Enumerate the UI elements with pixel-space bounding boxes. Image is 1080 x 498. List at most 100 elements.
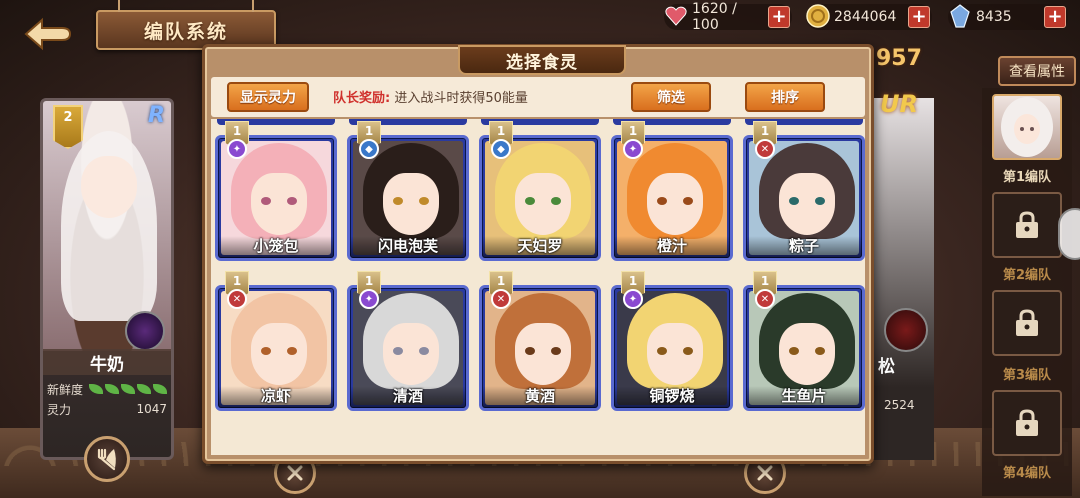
team-leader-avatar — [1001, 97, 1053, 157]
captain-bonus-label: 队长奖励: — [333, 91, 391, 106]
character-name-strip: 橙汁 — [614, 236, 730, 258]
character-name: 天妇罗 — [517, 237, 563, 255]
character-name-strip: 小笼包 — [218, 236, 334, 258]
close-icon — [287, 465, 303, 481]
character-name-strip: 清酒 — [350, 386, 466, 408]
character-name: 小笼包 — [253, 237, 299, 255]
select-character-modal: 选择食灵 显示灵力 队长奖励: 进入战斗时获得50能量 筛选 排序 小笼包 1 ✦ 闪… — [202, 44, 874, 464]
stamina-value: 1620 / 100 — [692, 1, 737, 33]
character-name: 清酒 — [392, 387, 423, 405]
leaf-icon — [153, 384, 167, 394]
stamina-resource: 1620 / 100 + — [662, 1, 792, 33]
character-name-strip: 粽子 — [746, 236, 862, 258]
character-card[interactable]: 黄酒 1 ✕ — [479, 271, 601, 413]
back-arrow-icon — [24, 17, 72, 51]
page-title: 编队系统 — [143, 20, 228, 43]
purple-element-icon: ✦ — [623, 139, 643, 159]
team-label-4[interactable]: 第4编队 — [982, 462, 1072, 481]
character-card[interactable]: 闪电泡芙 1 ◆ — [347, 121, 469, 263]
coin-resource: 2844064 + — [806, 4, 932, 30]
character-name-strip: 天妇罗 — [482, 236, 598, 258]
team-label-2[interactable]: 第2编队 — [982, 264, 1072, 283]
sort-button[interactable]: 排序 — [745, 82, 825, 112]
red-element-icon: ✕ — [755, 139, 775, 159]
back-button[interactable] — [18, 14, 78, 54]
character-card[interactable]: 铜锣烧 1 ✦ — [611, 271, 733, 413]
close-icon — [757, 465, 773, 481]
coin-icon — [804, 2, 832, 30]
character-name-strip: 凉虾 — [218, 386, 334, 408]
character-card[interactable]: 生鱼片 1 ✕ — [743, 271, 865, 413]
crystal-icon — [946, 2, 974, 30]
captain-bonus: 队长奖励: 进入战斗时获得50能量 — [333, 87, 528, 106]
power-label: 灵力 — [47, 402, 72, 417]
character-name: 牛奶 — [43, 349, 171, 375]
rarity-badge: R — [148, 103, 165, 128]
character-card[interactable]: 清酒 1 ✦ — [347, 271, 469, 413]
filter-button[interactable]: 筛选 — [631, 82, 711, 112]
red-element-icon: ✕ — [755, 289, 775, 309]
character-grid: 小笼包 1 ✦ 闪电泡芙 1 ◆ 天妇罗 1 ◆ 橙汁 1 ✦ 粽子 1 ✕ 凉虾 1 ✕ 清酒 1 ✦ 黄酒 1 ✕ 铜锣烧 1… — [211, 119, 865, 455]
character-card[interactable]: 小笼包 1 ✦ — [215, 121, 337, 263]
character-name: 铜锣烧 — [649, 387, 695, 405]
leaf-icon — [89, 384, 103, 394]
crystal-resource: 8435 + — [948, 4, 1068, 30]
ur-rarity-badge: UR — [880, 90, 918, 118]
modal-toolbar: 显示灵力 队长奖励: 进入战斗时获得50能量 筛选 排序 — [211, 77, 865, 117]
lock-icon — [1016, 409, 1038, 436]
character-name: 粽子 — [788, 237, 819, 255]
right-skill-orb-icon[interactable] — [884, 308, 928, 352]
character-name-strip: 生鱼片 — [746, 386, 862, 408]
leaf-icon — [121, 384, 135, 394]
character-name: 橙汁 — [656, 237, 687, 255]
crystal-value: 8435 — [976, 9, 1012, 25]
view-attributes-button[interactable]: 查看属性 — [998, 56, 1076, 86]
purple-element-icon: ✦ — [227, 139, 247, 159]
team-label-3[interactable]: 第3编队 — [982, 364, 1072, 383]
team-panel-toggle[interactable] — [1058, 208, 1080, 260]
character-card[interactable]: 粽子 1 ✕ — [743, 121, 865, 263]
character-card[interactable]: 凉虾 1 ✕ — [215, 271, 337, 413]
team-slot-2[interactable] — [992, 192, 1062, 258]
add-coin-button[interactable]: + — [908, 6, 930, 28]
purple-element-icon: ✦ — [623, 289, 643, 309]
character-name-strip: 黄酒 — [482, 386, 598, 408]
captain-bonus-text: 进入战斗时获得50能量 — [394, 91, 528, 106]
freshness-leaves — [89, 384, 167, 394]
character-name-strip: 闪电泡芙 — [350, 236, 466, 258]
power-row: 灵力 1047 — [47, 399, 167, 419]
lock-icon — [1016, 211, 1038, 238]
right-character-name: 松 — [878, 357, 895, 377]
leaf-icon — [105, 384, 119, 394]
purple-element-icon: ✦ — [359, 289, 379, 309]
leaf-icon — [137, 384, 151, 394]
team-slot-4[interactable] — [992, 390, 1062, 456]
freshness-row: 新鲜度 — [47, 379, 167, 399]
rank-badge: 2 — [53, 105, 83, 149]
modal-header: 选择食灵 — [458, 45, 626, 75]
team-power-value: 957 — [876, 46, 922, 71]
character-name: 凉虾 — [260, 387, 291, 405]
modal-title: 选择食灵 — [506, 52, 578, 73]
team-label-1[interactable]: 第1编队 — [982, 166, 1072, 185]
lock-icon — [1016, 309, 1038, 336]
fork-knife-icon — [97, 448, 116, 471]
show-spirit-button[interactable]: 显示灵力 — [227, 82, 309, 112]
character-name-strip: 铜锣烧 — [614, 386, 730, 408]
character-card[interactable]: 橙汁 1 ✦ — [611, 121, 733, 263]
red-element-icon: ✕ — [491, 289, 511, 309]
coin-value: 2844064 — [834, 9, 897, 25]
character-card[interactable]: 天妇罗 1 ◆ — [479, 121, 601, 263]
skill-orb-icon[interactable] — [125, 311, 165, 351]
heart-icon — [662, 2, 690, 30]
selected-character-card[interactable]: 2 R 牛奶 新鲜度 灵力 1047 — [40, 98, 174, 460]
add-stamina-button[interactable]: + — [768, 6, 790, 28]
right-power-value: 2524 — [884, 398, 915, 412]
team-slot-3[interactable] — [992, 290, 1062, 356]
fork-knife-button[interactable] — [84, 436, 130, 482]
blue-element-icon: ◆ — [491, 139, 511, 159]
team-list: 第1编队 第2编队 第3编队 第4编队 — [982, 88, 1072, 496]
add-crystal-button[interactable]: + — [1044, 6, 1066, 28]
power-value: 1047 — [136, 402, 167, 416]
team-slot-1[interactable] — [992, 94, 1062, 160]
